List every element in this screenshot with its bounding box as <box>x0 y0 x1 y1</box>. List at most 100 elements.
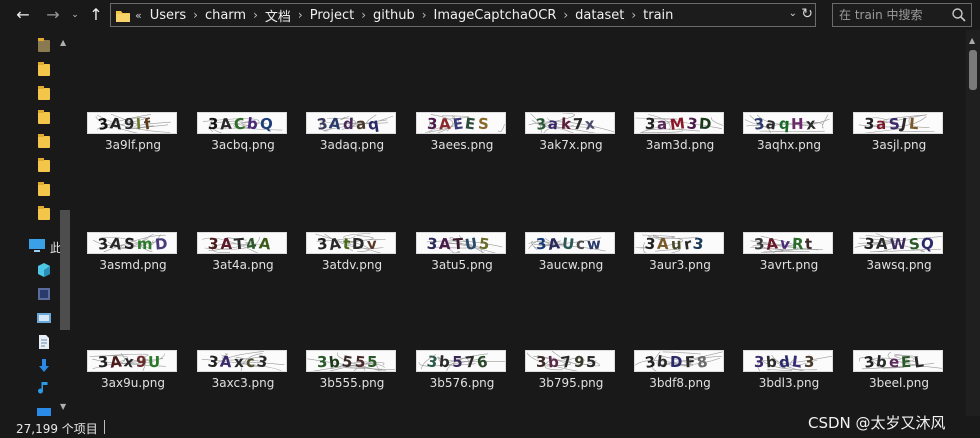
breadcrumb-item[interactable]: Project <box>310 8 354 23</box>
captcha-text: 3b795 <box>526 351 614 371</box>
back-button[interactable]: ← <box>12 4 34 26</box>
file-item[interactable]: 3 Av Rt 3avrt.png <box>734 232 844 282</box>
file-name[interactable]: 3aur3.png <box>625 258 735 272</box>
file-item[interactable]: 3 b d L 3 3bdl3.png <box>734 350 844 400</box>
file-name[interactable]: 3awsq.png <box>844 258 954 272</box>
file-item[interactable]: 3 A W S Q 3awsq.png <box>844 232 954 282</box>
breadcrumb-separator[interactable]: › <box>563 8 568 22</box>
file-name[interactable]: 3aucw.png <box>516 258 626 272</box>
breadcrumb-item[interactable]: ImageCaptchaOCR <box>434 8 557 23</box>
breadcrumb-item[interactable]: github <box>373 8 415 23</box>
nav-item-folder[interactable] <box>36 158 52 174</box>
file-name[interactable]: 3bdf8.png <box>625 376 735 390</box>
chevron-down-icon[interactable]: ⌄ <box>789 8 797 19</box>
search-icon[interactable] <box>951 7 967 23</box>
file-item[interactable]: 3 A Sm D 3asmd.png <box>78 232 188 282</box>
file-item[interactable]: 3 b 5 5 5 3b555.png <box>297 350 407 400</box>
breadcrumb-item[interactable]: 文档 <box>265 6 291 25</box>
file-item[interactable]: 3 A E E S 3aees.png <box>407 112 517 162</box>
nav-item-folder[interactable] <box>36 110 52 126</box>
file-item[interactable]: 3 a q Hx 3aqhx.png <box>734 112 844 162</box>
file-name[interactable]: 3asmd.png <box>78 258 188 272</box>
file-name[interactable]: 3b555.png <box>297 376 407 390</box>
file-name[interactable]: 3b576.png <box>407 376 517 390</box>
file-item[interactable]: 3 b D F 8 3bdf8.png <box>625 350 735 400</box>
file-item[interactable]: 3 a M 3 D 3am3d.png <box>625 112 735 162</box>
file-list-scrollbar[interactable]: ▲ <box>966 30 980 416</box>
file-name[interactable]: 3a9lf.png <box>78 138 188 152</box>
file-name[interactable]: 3ax9u.png <box>78 376 188 390</box>
breadcrumb-item[interactable]: train <box>643 8 673 23</box>
nav-item-folder[interactable] <box>36 38 52 54</box>
file-name[interactable]: 3bdl3.png <box>734 376 844 390</box>
breadcrumb-separator[interactable]: › <box>253 8 258 22</box>
nav-item-folder[interactable] <box>36 134 52 150</box>
breadcrumb-separator[interactable]: › <box>193 8 198 22</box>
file-name[interactable]: 3b795.png <box>516 376 626 390</box>
file-item[interactable]: 3 a k 7 x 3ak7x.png <box>516 112 626 162</box>
file-name[interactable]: 3asjl.png <box>844 138 954 152</box>
nav-item-this-pc[interactable] <box>28 238 45 254</box>
breadcrumb-overflow[interactable]: « <box>135 9 142 22</box>
file-item[interactable]: 3 A T 4 A 3at4a.png <box>188 232 298 282</box>
file-name[interactable]: 3at4a.png <box>188 258 298 272</box>
nav-item-folder[interactable] <box>36 62 52 78</box>
breadcrumb-item[interactable]: charm <box>205 8 246 23</box>
file-item[interactable]: 3 a S J L 3asjl.png <box>844 112 954 162</box>
file-item[interactable]: 3 A T U 5 3atu5.png <box>407 232 517 282</box>
file-name[interactable]: 3axc3.png <box>188 376 298 390</box>
file-item[interactable]: 3 A Cb Q 3acbq.png <box>188 112 298 162</box>
file-thumbnail: 3Adaq <box>306 112 396 134</box>
forward-button[interactable]: → <box>42 4 64 26</box>
nav-item-music[interactable] <box>36 380 52 396</box>
scroll-up-icon[interactable]: ▲ <box>969 36 975 45</box>
file-item[interactable]: 3 At Dv 3atdv.png <box>297 232 407 282</box>
nav-item-downloads[interactable] <box>36 358 52 374</box>
breadcrumb-separator[interactable]: › <box>361 8 366 22</box>
file-item[interactable]: 3 Au r 3 3aur3.png <box>625 232 735 282</box>
file-name[interactable]: 3adaq.png <box>297 138 407 152</box>
file-item[interactable]: 3 A Uc w 3aucw.png <box>516 232 626 282</box>
nav-item-folder[interactable] <box>36 86 52 102</box>
breadcrumb-separator[interactable]: › <box>422 8 427 22</box>
download-icon <box>39 359 49 372</box>
nav-item-documents[interactable] <box>36 334 52 350</box>
file-name[interactable]: 3avrt.png <box>734 258 844 272</box>
file-name[interactable]: 3ak7x.png <box>516 138 626 152</box>
refresh-icon[interactable]: ↻ <box>801 6 813 22</box>
breadcrumb-item[interactable]: Users <box>150 8 186 23</box>
file-item[interactable]: 3 Ax c 3 3axc3.png <box>188 350 298 400</box>
file-name[interactable]: 3am3d.png <box>625 138 735 152</box>
up-button[interactable]: ↑ <box>85 4 107 26</box>
breadcrumb-separator[interactable]: › <box>631 8 636 22</box>
file-name[interactable]: 3aees.png <box>407 138 517 152</box>
file-item[interactable]: 3 b e E L 3beel.png <box>844 350 954 400</box>
recent-locations-button[interactable]: ⌄ <box>68 4 82 26</box>
search-input[interactable] <box>839 6 943 24</box>
file-item[interactable]: 3 b 7 9 5 3b795.png <box>516 350 626 400</box>
file-item[interactable]: 3 b 5 7 6 3b576.png <box>407 350 517 400</box>
nav-scrollbar-thumb[interactable] <box>60 210 70 330</box>
file-name[interactable]: 3atdv.png <box>297 258 407 272</box>
nav-item-folder[interactable] <box>36 182 52 198</box>
file-name[interactable]: 3beel.png <box>844 376 954 390</box>
scrollbar-thumb[interactable] <box>969 50 977 90</box>
breadcrumb-separator[interactable]: › <box>298 8 303 22</box>
nav-item-videos[interactable] <box>36 286 52 302</box>
captcha-char: m <box>136 235 155 253</box>
nav-item-folder[interactable] <box>36 206 52 222</box>
nav-scroll-down-icon[interactable]: ▼ <box>60 402 66 411</box>
nav-item-pictures[interactable] <box>36 310 52 326</box>
search-box[interactable] <box>832 3 972 27</box>
breadcrumb-item[interactable]: dataset <box>575 8 624 23</box>
file-name[interactable]: 3atu5.png <box>407 258 517 272</box>
address-bar[interactable]: « Users › charm › 文档 › Project › github › ImageCap… <box>110 3 816 27</box>
file-item[interactable]: 3 A 9 l f 3a9lf.png <box>78 112 188 162</box>
nav-item-3d-objects[interactable] <box>36 262 52 278</box>
file-item[interactable]: 3 Ad a q 3adaq.png <box>297 112 407 162</box>
nav-scroll-up-icon[interactable]: ▲ <box>60 38 66 47</box>
file-name[interactable]: 3acbq.png <box>188 138 298 152</box>
file-item[interactable]: 3 Ax 9 U 3ax9u.png <box>78 350 188 400</box>
file-name[interactable]: 3aqhx.png <box>734 138 844 152</box>
captcha-text: 3bDF8 <box>635 351 723 371</box>
